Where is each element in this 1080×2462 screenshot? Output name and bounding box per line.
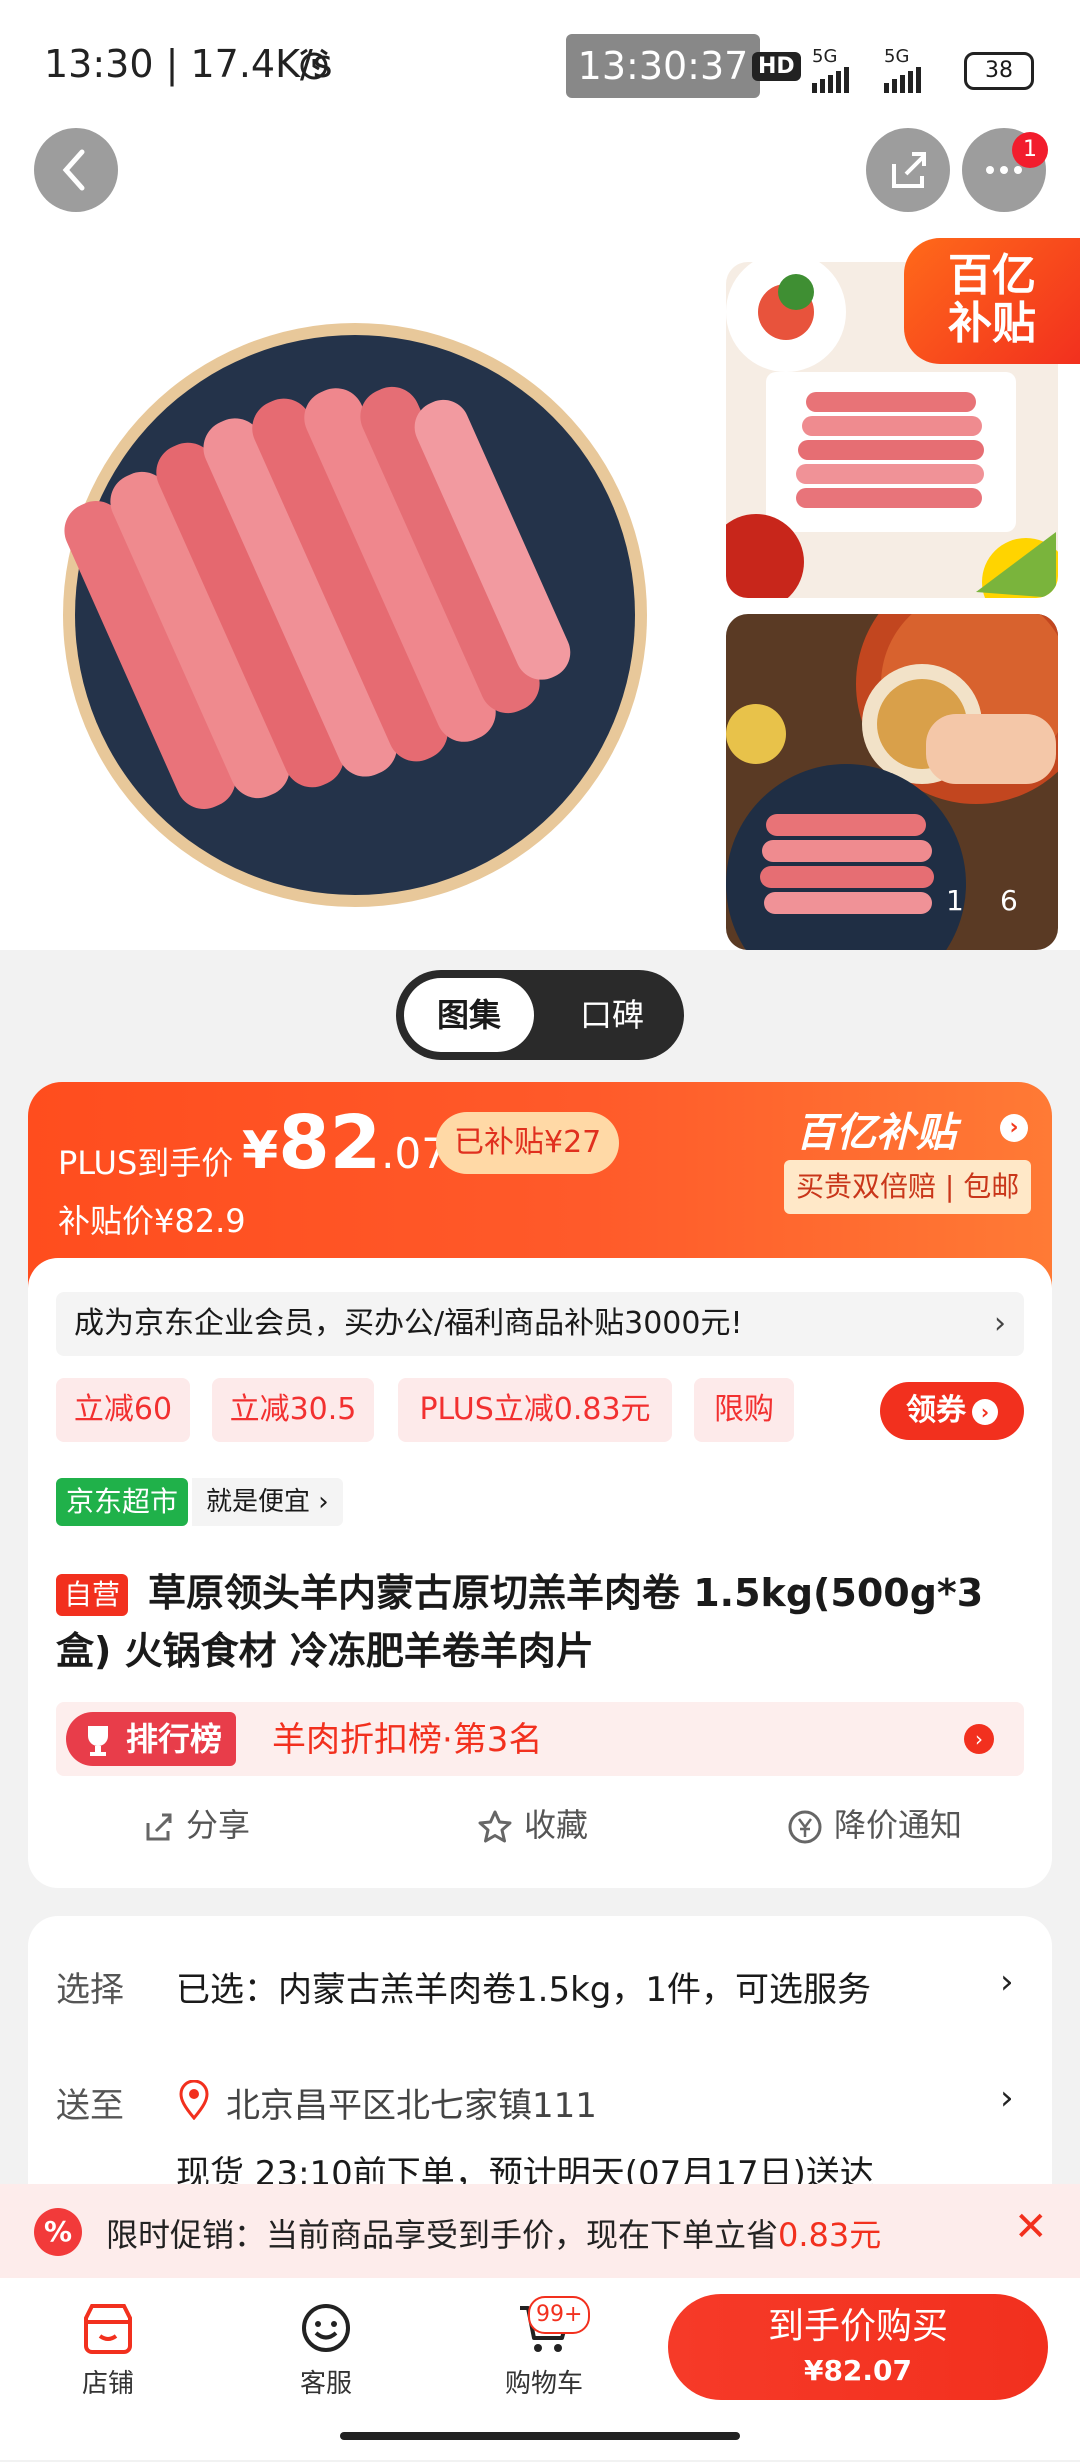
chevron-right-icon[interactable]: › (1000, 1114, 1028, 1142)
ship-to-label: 送至 (56, 2086, 124, 2126)
customer-service-button[interactable]: 客服 (266, 2300, 386, 2400)
trophy-icon (78, 1720, 118, 1764)
subsidized-pill: 已补贴¥27 (436, 1112, 620, 1174)
billion-subsidy-logo[interactable]: 百亿补贴 (796, 1100, 956, 1158)
yen-icon (788, 1810, 822, 1844)
hd-badge: HD (752, 52, 801, 81)
get-coupon-button[interactable]: 领券 › (880, 1382, 1024, 1440)
self-operated-badge: 自营 (56, 1574, 129, 1616)
share-icon (892, 152, 926, 188)
purchase-limit-tag[interactable]: 限购 (694, 1378, 794, 1442)
share-action[interactable]: 分享 (140, 1800, 250, 1846)
back-arrow-icon (62, 149, 85, 191)
status-time-speed: 13:30 | 17.4K/s (44, 42, 333, 86)
battery-icon: 38 (964, 52, 1034, 90)
tab-gallery[interactable]: 图集 (404, 978, 534, 1052)
shop-icon (84, 2304, 132, 2354)
chevron-right-icon: › (994, 1306, 1006, 1341)
main-product-image[interactable] (60, 320, 650, 914)
close-icon[interactable]: ✕ (1014, 2204, 1048, 2250)
guarantee-tag: 买贵双倍赔 | 包邮 (784, 1160, 1032, 1214)
plus-price: ¥82.07 (242, 1100, 448, 1186)
cart-count-badge: 99+ (528, 2296, 591, 2334)
enterprise-member-banner[interactable]: 成为京东企业会员，买办公/福利商品补贴3000元! › (56, 1292, 1024, 1356)
chevron-right-icon[interactable]: › (1000, 1962, 1014, 2002)
store-badge[interactable]: 京东超市 (56, 1478, 189, 1526)
screen-recorder-clock: 13:30:37 (566, 34, 760, 98)
image-index: 1 (946, 884, 964, 917)
discount-icon: % (34, 2208, 82, 2256)
product-title: 草原领头羊内蒙古原切羔羊肉卷 1.5kg(500g*3盒) 火锅食材 冷冻肥羊卷… (56, 1571, 984, 1673)
price-alert-action[interactable]: 降价通知 (786, 1800, 962, 1846)
alarm-icon (296, 46, 332, 86)
favorite-action[interactable]: 收藏 (476, 1800, 588, 1846)
image-total: 6 (1000, 884, 1018, 917)
share-icon (146, 1813, 172, 1841)
smile-chat-icon (302, 2304, 350, 2352)
notification-badge: 1 (1012, 132, 1048, 168)
discount-tag[interactable]: 立减60 (56, 1378, 190, 1442)
back-button[interactable] (34, 128, 118, 212)
plus-discount-tag[interactable]: PLUS立减0.83元 (398, 1378, 672, 1442)
promo-text: 限时促销：当前商品享受到手价，现在下单立省0.83元 (106, 2216, 882, 2254)
chevron-right-icon: › (972, 1398, 998, 1425)
ranking-text: 羊肉折扣榜·第3名 (272, 1720, 543, 1760)
selected-option[interactable]: 已选：内蒙古羔羊肉卷1.5kg，1件，可选服务 (176, 1962, 871, 2011)
store-button[interactable]: 店铺 (48, 2300, 168, 2400)
delivery-address[interactable]: 北京昌平区北七家镇111 (226, 2078, 597, 2127)
signal-icon: 5G (812, 46, 852, 93)
plus-price-label: PLUS到手价 (58, 1144, 234, 1182)
watermark-site: zhizhizhi.com (928, 2440, 1050, 2461)
signal-icon-2: 5G (884, 46, 924, 93)
store-slogan[interactable]: 就是便宜 › (192, 1478, 343, 1526)
home-indicator[interactable] (340, 2432, 740, 2440)
discount-tag[interactable]: 立减30.5 (212, 1378, 374, 1442)
subsidy-price: 补贴价¥82.9 (58, 1202, 246, 1240)
chevron-right-icon[interactable]: › (1000, 2078, 1014, 2118)
tab-reviews[interactable]: 口碑 (556, 978, 668, 1052)
chevron-right-icon[interactable]: › (964, 1724, 994, 1754)
star-icon (478, 1810, 512, 1843)
buy-now-button[interactable]: 到手价购买 ¥82.07 (668, 2294, 1048, 2400)
share-button[interactable] (866, 128, 950, 212)
billion-subsidy-badge: 百亿 补贴 (904, 238, 1080, 364)
location-pin-icon (176, 2079, 212, 2124)
select-label: 选择 (56, 1970, 124, 2010)
